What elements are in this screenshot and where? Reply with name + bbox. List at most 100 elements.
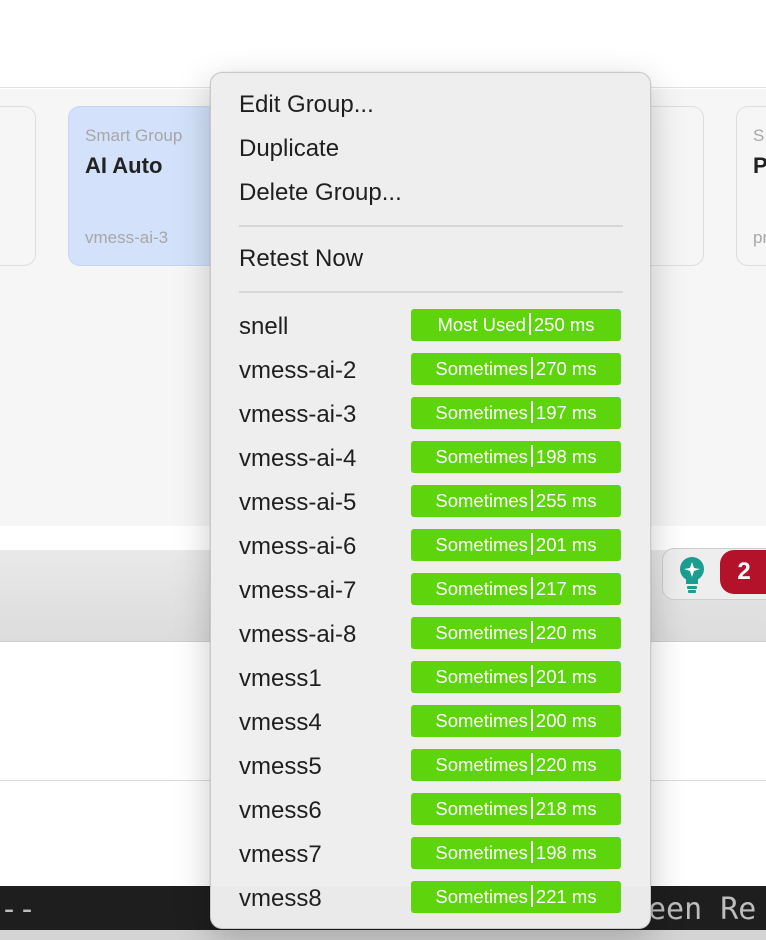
lightbulb-icon[interactable]: [676, 556, 708, 594]
proxy-latency: 201 ms: [535, 534, 597, 555]
proxy-name: snell: [239, 313, 289, 340]
badge-divider: [528, 313, 531, 335]
proxy-item-vmess-ai-2[interactable]: vmess-ai-2 Sometimes 270 ms: [211, 353, 652, 397]
menu-item-duplicate[interactable]: Duplicate: [239, 134, 339, 164]
proxy-name: vmess-ai-2: [239, 357, 357, 384]
proxy-usage-latency-badge: Sometimes 218 ms: [411, 793, 621, 825]
proxy-item-snell[interactable]: snell Most Used 250 ms: [211, 309, 652, 353]
badge-divider: [530, 709, 533, 731]
bottom-strip: [0, 930, 766, 940]
terminal-text-right: een Re: [648, 892, 757, 927]
group-card-partial-left[interactable]: [0, 106, 36, 266]
proxy-latency: 200 ms: [535, 710, 597, 731]
proxy-name: vmess-ai-7: [239, 577, 357, 604]
badge-divider: [530, 533, 533, 555]
proxy-name: vmess8: [239, 885, 322, 912]
menu-separator: [239, 291, 623, 293]
proxy-latency: 220 ms: [535, 754, 597, 775]
proxy-latency: 201 ms: [535, 666, 597, 687]
proxy-latency: 270 ms: [535, 358, 597, 379]
terminal-text-left: --: [0, 892, 37, 927]
badge-divider: [530, 401, 533, 423]
proxy-usage: Sometimes: [435, 402, 528, 423]
proxy-latency: 197 ms: [535, 402, 597, 423]
proxy-item-vmess-ai-8[interactable]: vmess-ai-8 Sometimes 220 ms: [211, 617, 652, 661]
proxy-name: vmess7: [239, 841, 322, 868]
proxy-usage-latency-badge: Sometimes 220 ms: [411, 617, 621, 649]
group-context-menu: Edit Group... Duplicate Delete Group... …: [210, 72, 651, 929]
proxy-usage-latency-badge: Sometimes 201 ms: [411, 661, 621, 693]
badge-divider: [530, 357, 533, 379]
badge-divider: [530, 753, 533, 775]
proxy-usage-latency-badge: Most Used 250 ms: [411, 309, 621, 341]
proxy-usage-latency-badge: Sometimes 198 ms: [411, 441, 621, 473]
proxy-item-vmess-ai-6[interactable]: vmess-ai-6 Sometimes 201 ms: [211, 529, 652, 573]
proxy-item-vmess6[interactable]: vmess6 Sometimes 218 ms: [211, 793, 652, 837]
proxy-name: vmess5: [239, 753, 322, 780]
proxy-item-vmess-ai-5[interactable]: vmess-ai-5 Sometimes 255 ms: [211, 485, 652, 529]
proxy-item-vmess1[interactable]: vmess1 Sometimes 201 ms: [211, 661, 652, 705]
proxy-item-vmess-ai-4[interactable]: vmess-ai-4 Sometimes 198 ms: [211, 441, 652, 485]
badge-divider: [530, 577, 533, 599]
proxy-usage: Sometimes: [435, 358, 528, 379]
menu-item-delete-group[interactable]: Delete Group...: [239, 178, 402, 208]
proxy-usage: Sometimes: [435, 886, 528, 907]
group-card-name: AI Auto: [85, 153, 163, 178]
proxy-item-vmess8[interactable]: vmess8 Sometimes 221 ms: [211, 881, 652, 925]
proxy-item-vmess4[interactable]: vmess4 Sometimes 200 ms: [211, 705, 652, 749]
proxy-name: vmess-ai-8: [239, 621, 357, 648]
proxy-name: vmess-ai-5: [239, 489, 357, 516]
proxy-usage: Sometimes: [435, 710, 528, 731]
proxy-latency: 198 ms: [535, 842, 597, 863]
proxy-name: vmess-ai-4: [239, 445, 357, 472]
proxy-name: vmess-ai-3: [239, 401, 357, 428]
badge-divider: [530, 621, 533, 643]
proxy-latency: 220 ms: [535, 622, 597, 643]
proxy-usage: Sometimes: [435, 446, 528, 467]
proxy-usage: Sometimes: [435, 798, 528, 819]
proxy-usage: Most Used: [437, 314, 526, 335]
group-card-kind: S: [753, 126, 765, 145]
proxy-latency: 218 ms: [535, 798, 597, 819]
proxy-usage-latency-badge: Sometimes 200 ms: [411, 705, 621, 737]
proxy-usage: Sometimes: [435, 534, 528, 555]
proxy-usage-latency-badge: Sometimes 217 ms: [411, 573, 621, 605]
badge-divider: [530, 665, 533, 687]
proxy-name: vmess4: [239, 709, 322, 736]
badge-divider: [530, 489, 533, 511]
proxy-usage-latency-badge: Sometimes 220 ms: [411, 749, 621, 781]
proxy-usage: Sometimes: [435, 754, 528, 775]
badge-divider: [530, 797, 533, 819]
proxy-item-vmess7[interactable]: vmess7 Sometimes 198 ms: [211, 837, 652, 881]
proxy-latency: 250 ms: [533, 314, 595, 335]
group-card-partial-right[interactable]: S P pr: [736, 106, 766, 266]
group-card-current-proxy: vmess-ai-3: [85, 228, 169, 247]
proxy-latency: 198 ms: [535, 446, 597, 467]
group-card-name: P: [753, 153, 766, 178]
menu-item-edit-group[interactable]: Edit Group...: [239, 90, 374, 120]
group-card-current-proxy: pr: [753, 228, 766, 247]
proxy-usage-latency-badge: Sometimes 198 ms: [411, 837, 621, 869]
proxy-name: vmess6: [239, 797, 322, 824]
proxy-usage: Sometimes: [435, 842, 528, 863]
group-card-kind: Smart Group: [85, 126, 183, 145]
proxy-usage-latency-badge: Sometimes 270 ms: [411, 353, 621, 385]
proxy-usage: Sometimes: [435, 490, 528, 511]
proxy-usage: Sometimes: [435, 578, 528, 599]
proxy-latency: 221 ms: [535, 886, 597, 907]
proxy-latency: 255 ms: [535, 490, 597, 511]
badge-divider: [530, 445, 533, 467]
proxy-name: vmess1: [239, 665, 322, 692]
proxy-latency: 217 ms: [535, 578, 597, 599]
proxy-item-vmess-ai-7[interactable]: vmess-ai-7 Sometimes 217 ms: [211, 573, 652, 617]
proxy-usage-latency-badge: Sometimes 221 ms: [411, 881, 621, 913]
menu-item-retest-now[interactable]: Retest Now: [239, 244, 363, 274]
badge-divider: [530, 841, 533, 863]
proxy-item-vmess5[interactable]: vmess5 Sometimes 220 ms: [211, 749, 652, 793]
proxy-item-vmess-ai-3[interactable]: vmess-ai-3 Sometimes 197 ms: [211, 397, 652, 441]
notification-badge[interactable]: 2: [720, 550, 766, 594]
badge-divider: [530, 885, 533, 907]
proxy-usage: Sometimes: [435, 666, 528, 687]
proxy-usage-latency-badge: Sometimes 201 ms: [411, 529, 621, 561]
menu-separator: [239, 225, 623, 227]
